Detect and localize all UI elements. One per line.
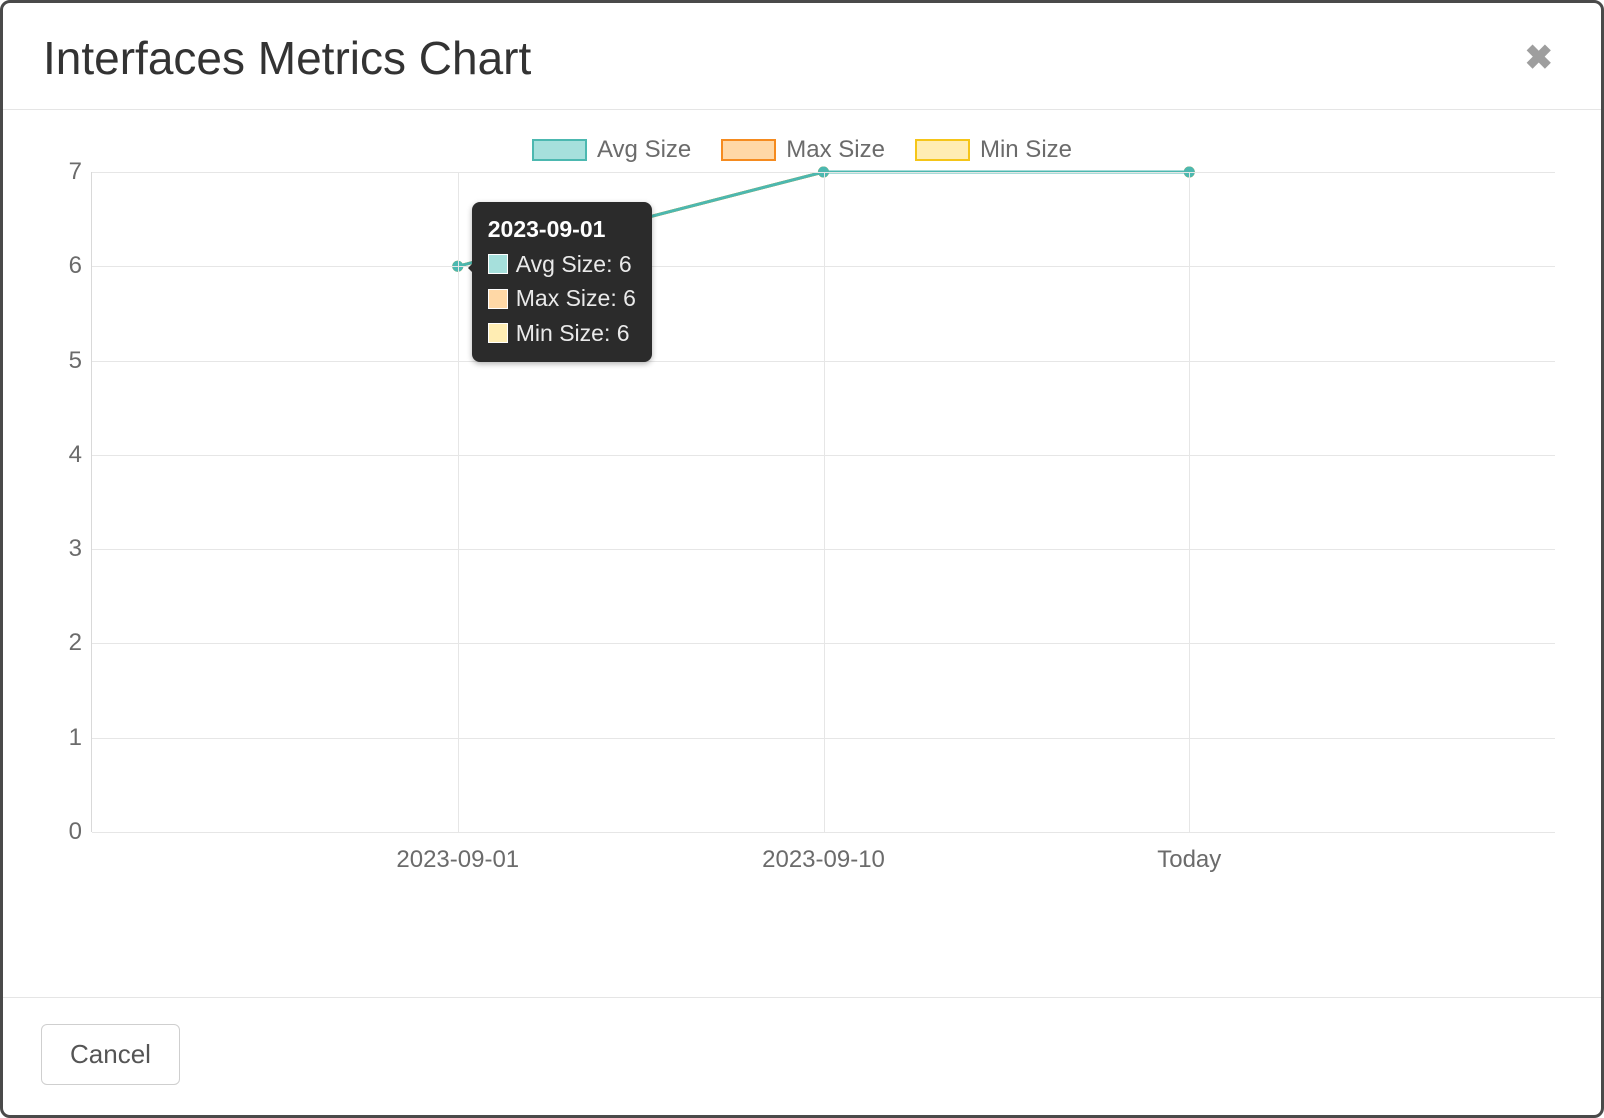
tooltip-row-avg: Avg Size: 6 <box>488 247 636 282</box>
legend-swatch-max <box>721 139 776 161</box>
tooltip-row-max: Max Size: 6 <box>488 281 636 316</box>
gridline <box>92 832 1555 833</box>
tooltip-text-avg: Avg Size: 6 <box>516 247 632 282</box>
y-tick-label: 5 <box>52 347 82 375</box>
x-tick-label: Today <box>1157 846 1221 874</box>
chart-tooltip: 2023-09-01 Avg Size: 6Max Size: 6Min Siz… <box>472 202 652 362</box>
y-tick-label: 7 <box>52 158 82 186</box>
y-tick-label: 6 <box>52 252 82 280</box>
y-tick-label: 0 <box>52 818 82 846</box>
legend-item-max[interactable]: Max Size <box>721 136 885 164</box>
vgridline <box>824 172 825 832</box>
cancel-button[interactable]: Cancel <box>41 1024 180 1085</box>
tooltip-text-max: Max Size: 6 <box>516 281 636 316</box>
tooltip-swatch-max <box>488 289 508 309</box>
chart-plot[interactable]: 2023-09-01 Avg Size: 6Max Size: 6Min Siz… <box>91 172 1555 832</box>
chart-area: Avg Size Max Size Min Size 2023-09-01 Av… <box>39 136 1565 946</box>
tooltip-row-min: Min Size: 6 <box>488 316 636 351</box>
y-tick-label: 4 <box>52 441 82 469</box>
tooltip-swatch-min <box>488 323 508 343</box>
y-tick-label: 2 <box>52 629 82 657</box>
tooltip-text-min: Min Size: 6 <box>516 316 630 351</box>
vgridline <box>458 172 459 832</box>
legend-label-min: Min Size <box>980 136 1072 164</box>
legend-label-avg: Avg Size <box>597 136 691 164</box>
chart-legend: Avg Size Max Size Min Size <box>39 136 1565 164</box>
legend-item-avg[interactable]: Avg Size <box>532 136 691 164</box>
legend-swatch-avg <box>532 139 587 161</box>
tooltip-title: 2023-09-01 <box>488 212 636 247</box>
y-tick-label: 1 <box>52 724 82 752</box>
legend-label-max: Max Size <box>786 136 885 164</box>
y-tick-label: 3 <box>52 535 82 563</box>
modal-footer: Cancel <box>3 997 1601 1115</box>
tooltip-swatch-avg <box>488 254 508 274</box>
x-tick-label: 2023-09-10 <box>762 846 885 874</box>
modal-title: Interfaces Metrics Chart <box>43 31 531 85</box>
legend-item-min[interactable]: Min Size <box>915 136 1072 164</box>
vgridline <box>1189 172 1190 832</box>
close-icon[interactable]: ✖ <box>1517 37 1562 79</box>
legend-swatch-min <box>915 139 970 161</box>
modal-header: Interfaces Metrics Chart ✖ <box>3 3 1601 110</box>
x-tick-label: 2023-09-01 <box>396 846 519 874</box>
modal-dialog: Interfaces Metrics Chart ✖ Avg Size Max … <box>0 0 1604 1118</box>
